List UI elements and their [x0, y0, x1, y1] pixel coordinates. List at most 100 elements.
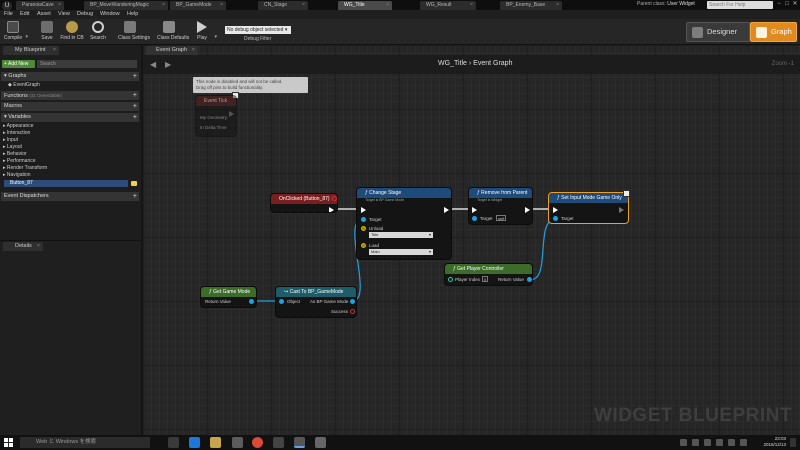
designer-mode-button[interactable]: Designer — [686, 22, 750, 42]
event-dispatchers-section-header[interactable]: Event Dispatchers + — [1, 192, 139, 201]
node-comment-pin-icon[interactable] — [623, 190, 630, 197]
player-index-pin[interactable] — [448, 277, 453, 282]
menu-help[interactable]: Help — [127, 10, 138, 19]
menu-edit[interactable]: Edit — [20, 10, 29, 19]
variable-item-button87[interactable]: Button_87 — [4, 180, 128, 187]
unload-select[interactable]: Title ▾ — [369, 232, 433, 238]
node-on-clicked[interactable]: OnClicked (Button_87) — [270, 193, 338, 213]
macros-section-header[interactable]: Macros + — [1, 102, 139, 111]
tray-ime-icon[interactable] — [704, 439, 711, 446]
graphs-section-header[interactable]: ▾ Graphs + — [1, 72, 139, 81]
breadcrumb-widget[interactable]: WG_Title — [438, 60, 467, 67]
variables-section-header[interactable]: ▾ Variables + — [1, 113, 139, 122]
add-new-button[interactable]: + Add New — [2, 60, 35, 68]
compile-button[interactable]: Compile ▾ — [1, 20, 28, 44]
exec-in-pin[interactable] — [472, 207, 477, 213]
find-in-cb-button[interactable]: Find in CB — [60, 20, 84, 44]
exec-out-pin[interactable] — [329, 207, 334, 212]
document-tab[interactable]: ParanoiaCave × — [16, 1, 64, 10]
document-tab[interactable]: WG_Result × — [420, 1, 476, 10]
tray-network-icon[interactable] — [680, 439, 687, 446]
return-value-pin[interactable] — [527, 277, 532, 282]
graph-mode-button[interactable]: Graph — [750, 22, 797, 42]
event-graph-tab[interactable]: Event Graph × — [146, 46, 198, 55]
variable-category-render-transform[interactable]: ▸ Render Transform — [3, 165, 47, 172]
player-index-value[interactable]: 0 — [482, 276, 488, 282]
functions-section-header[interactable]: Functions (31 Overridable) + — [1, 91, 139, 100]
menu-file[interactable]: File — [4, 10, 13, 19]
maximize-button[interactable]: □ — [783, 0, 791, 8]
tray-icon[interactable] — [728, 439, 735, 446]
forward-arrow-icon[interactable]: ▶ — [165, 60, 171, 69]
search-help-input[interactable]: Search For Help — [707, 1, 773, 9]
windows-start-icon[interactable] — [4, 438, 13, 447]
add-dispatcher-icon[interactable]: + — [133, 192, 137, 201]
menu-view[interactable]: View — [58, 10, 70, 19]
app-icon[interactable] — [315, 437, 326, 448]
add-macro-icon[interactable]: + — [133, 102, 137, 111]
close-window-button[interactable]: ✕ — [791, 0, 799, 8]
store-icon[interactable] — [232, 437, 243, 448]
target-pin[interactable] — [361, 217, 366, 222]
document-tab[interactable]: BP_GameMode × — [170, 1, 226, 10]
menu-window[interactable]: Window — [100, 10, 120, 19]
save-button[interactable]: Save — [35, 20, 59, 44]
task-view-icon[interactable] — [168, 437, 179, 448]
variable-category-behavior[interactable]: ▸ Behavior — [3, 151, 27, 158]
node-get-player-controller[interactable]: ƒ Get Player Controller Player Index 0 R… — [444, 263, 533, 286]
variable-category-appearance[interactable]: ▸ Appearance — [3, 123, 34, 130]
exec-out-pin[interactable] — [444, 207, 449, 213]
exec-out-pin[interactable] — [229, 111, 234, 117]
add-function-icon[interactable]: + — [133, 91, 137, 100]
unload-pin[interactable] — [361, 226, 366, 231]
class-settings-button[interactable]: Class Settings — [118, 20, 150, 44]
node-set-input-mode-game-only[interactable]: ƒ Set Input Mode Game Only Target — [548, 192, 629, 224]
exec-out-pin[interactable] — [619, 207, 624, 213]
app-icon[interactable] — [273, 437, 284, 448]
object-pin[interactable] — [279, 299, 284, 304]
variable-category-interaction[interactable]: ▸ Interaction — [3, 130, 30, 137]
tray-volume-icon[interactable] — [692, 439, 699, 446]
as-game-mode-pin[interactable] — [350, 299, 355, 304]
variable-category-layout[interactable]: ▸ Layout — [3, 144, 22, 151]
load-select[interactable]: Main ▾ — [369, 249, 433, 255]
minimize-button[interactable]: − — [775, 0, 783, 8]
taskbar-clock[interactable]: 23:03 2016/12/13 — [763, 436, 786, 448]
graph-item-eventgraph[interactable]: ◆ EventGraph — [8, 82, 40, 89]
notification-icon[interactable] — [790, 438, 796, 447]
node-change-stage[interactable]: ƒ Change Stage Target is BP Game Mode Ta… — [356, 187, 452, 260]
variable-category-navigation[interactable]: ▸ Navigation — [3, 172, 31, 179]
details-tab[interactable]: Details × — [3, 242, 43, 251]
search-button[interactable]: Search — [86, 20, 110, 44]
exec-out-pin[interactable] — [525, 207, 530, 213]
class-defaults-button[interactable]: Class Defaults — [157, 20, 189, 44]
document-tab[interactable]: BP_MoveWanderingMagic × — [84, 1, 168, 10]
play-button[interactable]: Play ▾ — [190, 20, 217, 44]
node-cast-to-bp-gamemode[interactable]: ↪ Cast To BP_GameMode Object As BP Game … — [275, 286, 357, 318]
breadcrumb-graph[interactable]: Event Graph — [473, 60, 512, 67]
load-pin[interactable] — [361, 243, 366, 248]
tray-icon[interactable] — [740, 439, 747, 446]
back-arrow-icon[interactable]: ◀ — [150, 60, 156, 69]
target-pin[interactable] — [553, 216, 558, 221]
document-tab[interactable]: BP_Enemy_Base × — [500, 1, 562, 10]
variable-visibility-icon[interactable] — [131, 181, 137, 186]
file-explorer-icon[interactable] — [210, 437, 221, 448]
return-value-pin[interactable] — [249, 299, 254, 304]
debug-object-select[interactable]: No debug object selected ▾ — [225, 26, 291, 34]
node-event-tick[interactable]: Event Tick My Geometry In Delta Time — [195, 95, 237, 137]
variable-category-performance[interactable]: ▸ Performance — [3, 158, 36, 165]
add-graph-icon[interactable]: + — [133, 72, 137, 81]
delegate-pin[interactable] — [332, 196, 337, 201]
document-tab-active[interactable]: WG_Title × — [338, 1, 392, 10]
success-pin[interactable] — [350, 309, 355, 314]
variable-category-input[interactable]: ▸ Input — [3, 137, 18, 144]
exec-in-pin[interactable] — [361, 207, 366, 213]
add-variable-icon[interactable]: + — [133, 113, 137, 122]
taskbar-search-input[interactable]: Web と Windows を検索 — [20, 437, 150, 448]
edge-icon[interactable] — [189, 437, 200, 448]
event-graph-canvas[interactable]: Event Graph × ◀ ▶ WG_Title › Event Graph … — [143, 45, 800, 435]
document-tab[interactable]: CN_Stage × — [258, 1, 308, 10]
node-get-game-mode[interactable]: ƒ Get Game Mode Return Value — [200, 286, 257, 308]
my-blueprint-tab[interactable]: My Blueprint × — [3, 46, 59, 55]
